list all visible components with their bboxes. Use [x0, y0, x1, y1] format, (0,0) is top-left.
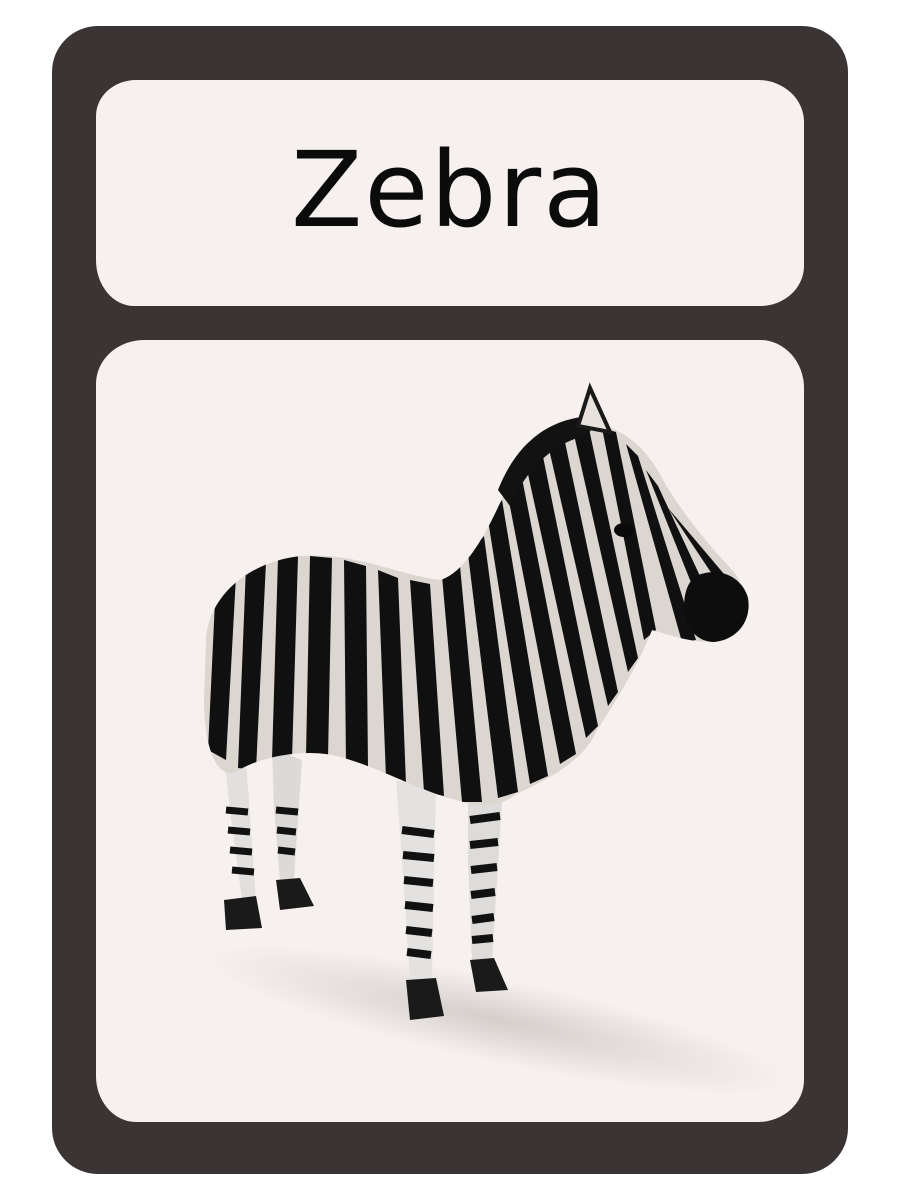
- card-title: Zebra: [291, 129, 609, 251]
- zebra-muzzle: [684, 572, 749, 642]
- page: Zebra: [0, 0, 900, 1200]
- title-panel: Zebra: [96, 80, 804, 306]
- zebra-eye: [614, 523, 634, 537]
- zebra-illustration: [202, 382, 790, 1095]
- zebra-ear: [575, 382, 614, 435]
- image-panel: [96, 340, 804, 1122]
